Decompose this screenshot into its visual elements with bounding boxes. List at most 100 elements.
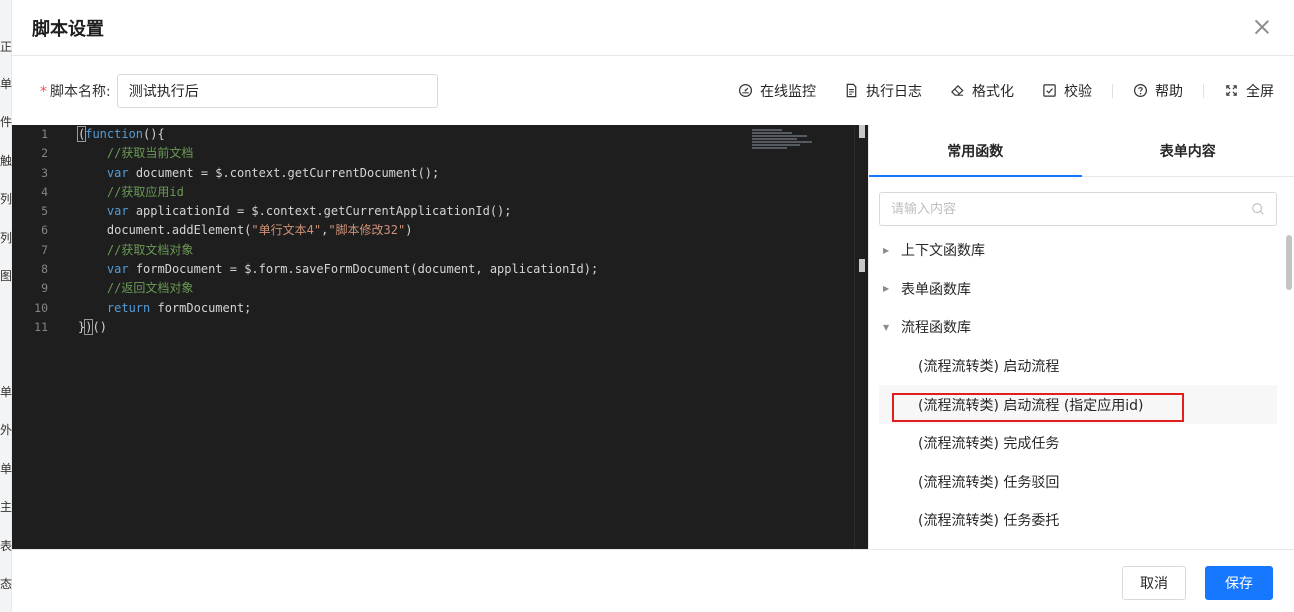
- line-number: 2: [41, 146, 48, 161]
- bg-char: 列: [0, 192, 12, 206]
- code-line: var document = $.context.getCurrentDocum…: [106, 165, 440, 180]
- format-button[interactable]: 格式化: [950, 81, 1014, 101]
- dialog-body: 1 2 3 4 5 6 7 8 9 10 11 (function(){ //获…: [12, 125, 1294, 549]
- tree-item-label: (流程流转类) 启动流程 (指定应用id): [918, 397, 1144, 414]
- bg-char: 态: [0, 577, 12, 591]
- tree-item-label: (流程流转类) 任务委托: [918, 513, 1060, 530]
- toolbar-divider: [1203, 83, 1204, 98]
- tree-group-label: 流程函数库: [901, 320, 971, 337]
- line-number: 7: [41, 242, 48, 257]
- code-line: //获取当前文档: [78, 146, 194, 161]
- code-line: return formDocument;: [106, 300, 252, 315]
- bg-char: 列: [0, 231, 12, 245]
- line-number: 8: [41, 262, 48, 277]
- bg-char: 图: [0, 269, 12, 283]
- tree-item-label: (流程流转类) 启动流程: [918, 359, 1060, 376]
- save-button[interactable]: 保存: [1205, 566, 1273, 600]
- function-panel: 常用函数 表单内容 ▶ 上下文函数库 ▶ 表单函数库 ▼ 流程函数库: [868, 125, 1294, 549]
- code-line: })(): [78, 318, 107, 335]
- tree-item[interactable]: (流程流转类) 启动流程: [879, 347, 1277, 386]
- panel-tabs: 常用函数 表单内容: [869, 125, 1294, 177]
- caret-right-icon: ▶: [883, 284, 890, 294]
- scroll-marker: [859, 259, 865, 272]
- line-number: 6: [41, 223, 48, 238]
- code-line: //获取文档对象: [78, 242, 194, 257]
- bg-char: 件: [0, 115, 12, 129]
- bg-char: 单: [0, 77, 12, 91]
- function-tree: ▶ 上下文函数库 ▶ 表单函数库 ▼ 流程函数库 (流程流转类) 启动流程 (流…: [879, 231, 1277, 540]
- tree-item-highlighted[interactable]: (流程流转类) 启动流程 (指定应用id): [879, 385, 1277, 424]
- online-monitor-button[interactable]: 在线监控: [738, 81, 816, 101]
- bg-char: 触: [0, 154, 12, 168]
- bg-char: 外: [0, 423, 12, 437]
- bg-char: 表: [0, 539, 12, 553]
- dialog-title: 脚本设置: [32, 18, 104, 40]
- execution-log-label: 执行日志: [866, 83, 922, 100]
- caret-down-icon: ▼: [883, 322, 890, 332]
- validate-label: 校验: [1064, 83, 1092, 100]
- code-minimap[interactable]: [752, 129, 818, 155]
- script-name-input[interactable]: [116, 73, 438, 108]
- code-line: (function(){: [76, 126, 165, 142]
- editor-scrollbar[interactable]: [854, 125, 868, 549]
- help-circle-icon: [1133, 83, 1148, 98]
- file-text-icon: [846, 83, 857, 98]
- script-settings-dialog: 脚本设置 *脚本名称: 在线监控 执行日志 格式化 校验: [12, 0, 1294, 612]
- line-number: 3: [41, 165, 48, 180]
- bg-char: 单: [0, 462, 12, 476]
- help-button[interactable]: 帮助: [1133, 81, 1183, 101]
- line-number: 11: [34, 319, 48, 334]
- required-mark: *: [40, 83, 47, 100]
- bg-char: 单: [0, 385, 12, 399]
- script-name-label-text: 脚本名称:: [50, 83, 111, 100]
- tree-group-flow[interactable]: ▼ 流程函数库: [879, 308, 1277, 347]
- tree-item-label: (流程流转类) 完成任务: [918, 436, 1060, 453]
- dialog-header: 脚本设置: [12, 0, 1294, 56]
- code-line: //获取应用id: [78, 184, 184, 199]
- code-line: var formDocument = $.form.saveFormDocume…: [106, 262, 599, 277]
- execution-log-button[interactable]: 执行日志: [844, 81, 922, 101]
- function-search-input[interactable]: [891, 201, 1251, 217]
- cancel-button[interactable]: 取消: [1122, 566, 1186, 600]
- bg-char: 正: [0, 40, 12, 54]
- code-line: //返回文档对象: [78, 281, 194, 296]
- online-monitor-label: 在线监控: [760, 83, 816, 100]
- caret-right-icon: ▶: [883, 245, 890, 255]
- eraser-icon: [951, 84, 964, 96]
- tree-item-label: (流程流转类) 任务驳回: [918, 474, 1060, 491]
- search-icon[interactable]: [1251, 202, 1265, 216]
- tree-item[interactable]: (流程流转类) 完成任务: [879, 424, 1277, 463]
- panel-scrollbar[interactable]: [1286, 235, 1292, 290]
- fullscreen-button[interactable]: 全屏: [1224, 81, 1274, 101]
- line-number: 10: [34, 300, 48, 315]
- tree-item[interactable]: (流程流转类) 任务驳回: [879, 463, 1277, 502]
- scroll-marker: [859, 125, 865, 138]
- background-page-edge: 正 单 件 触 列 列 图 单 外 单 主 表 态: [0, 0, 12, 612]
- fullscreen-label: 全屏: [1246, 83, 1274, 100]
- bg-char: 主: [0, 500, 12, 514]
- line-number: 1: [41, 127, 48, 141]
- tree-item[interactable]: (流程流转类) 任务委托: [879, 501, 1277, 540]
- line-number: 4: [41, 184, 48, 199]
- validate-button[interactable]: 校验: [1042, 81, 1092, 101]
- code-line: var applicationId = $.context.getCurrent…: [106, 204, 512, 219]
- code-editor[interactable]: 1 2 3 4 5 6 7 8 9 10 11 (function(){ //获…: [12, 125, 868, 549]
- close-icon[interactable]: [1252, 17, 1272, 37]
- code-content[interactable]: (function(){ //获取当前文档 var document = $.c…: [76, 125, 599, 337]
- dialog-footer: 取消 保存: [12, 549, 1294, 612]
- script-toolbar: *脚本名称: 在线监控 执行日志 格式化 校验 帮助: [12, 56, 1294, 125]
- help-label: 帮助: [1155, 83, 1183, 100]
- line-number-gutter: 1 2 3 4 5 6 7 8 9 10 11: [12, 125, 62, 549]
- tab-common-functions[interactable]: 常用函数: [869, 125, 1082, 177]
- format-label: 格式化: [972, 83, 1014, 100]
- tab-form-content[interactable]: 表单内容: [1082, 125, 1294, 176]
- tree-group-label: 表单函数库: [901, 281, 971, 298]
- tree-group-form[interactable]: ▶ 表单函数库: [879, 270, 1277, 309]
- line-number: 5: [41, 204, 48, 219]
- function-search: [879, 192, 1277, 226]
- code-line: document.addElement("单行文本4","脚本修改32"): [78, 223, 413, 238]
- toolbar-actions: 在线监控 执行日志 格式化 校验 帮助 全屏: [710, 56, 1274, 125]
- fullscreen-icon: [1226, 85, 1237, 96]
- tree-group-context[interactable]: ▶ 上下文函数库: [879, 231, 1277, 270]
- toolbar-divider: [1112, 83, 1113, 98]
